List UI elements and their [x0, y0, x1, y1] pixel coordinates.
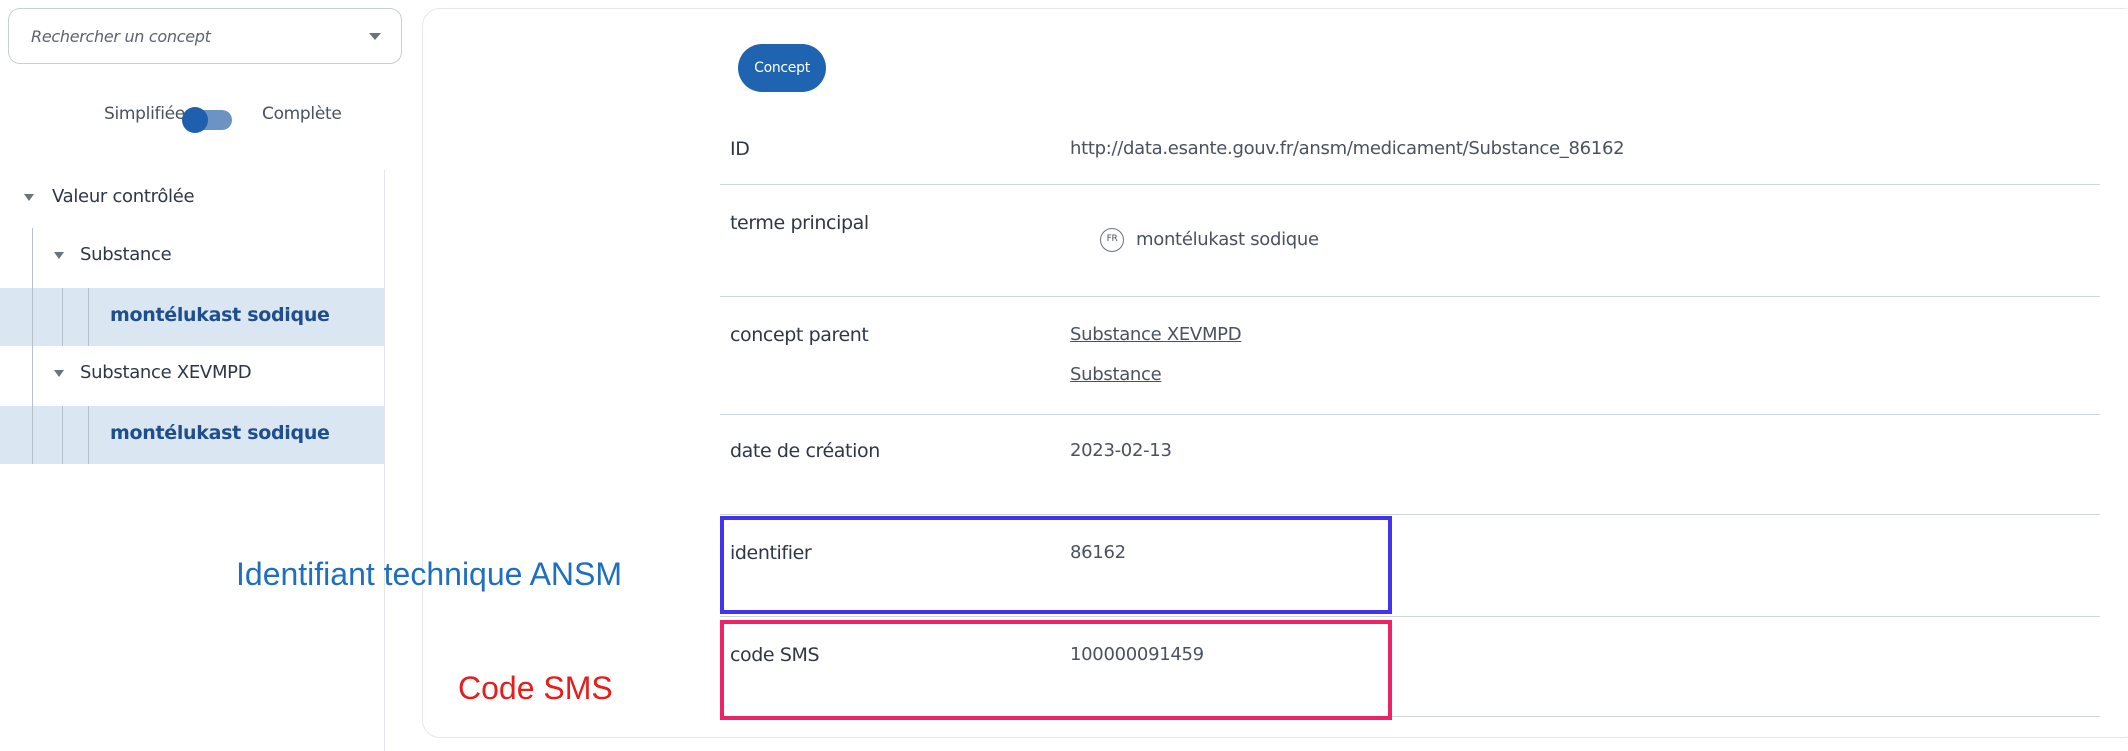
tree-item-substance-xevmpd[interactable]: Substance XEVMPD — [0, 346, 384, 404]
toggle-label-complete[interactable]: Complète — [262, 104, 342, 124]
annotation-label-identifier: Identifiant technique ANSM — [236, 556, 623, 592]
property-key: date de création — [730, 440, 880, 462]
toggle-knob[interactable] — [182, 107, 208, 133]
annotation-box-identifier — [720, 516, 1392, 614]
parent-link-substance[interactable]: Substance — [1070, 364, 1162, 385]
divider — [720, 414, 2100, 415]
annotation-label-sms: Code SMS — [458, 670, 613, 706]
property-value: FR montélukast sodique — [1100, 228, 1319, 252]
property-key: terme principal — [730, 212, 869, 234]
property-key: concept parent — [730, 324, 869, 346]
annotation-box-sms — [720, 620, 1392, 720]
pref-term-text: montélukast sodique — [1136, 229, 1319, 250]
concept-type-button[interactable]: Concept — [738, 44, 826, 92]
view-mode-switch: Simplifiée Complète — [0, 104, 410, 138]
tree-guide-line — [32, 346, 33, 404]
search-placeholder: Rechercher un concept — [31, 27, 211, 46]
property-key: ID — [730, 138, 750, 160]
property-id: ID http://data.esante.gouv.fr/ansm/medic… — [720, 134, 2100, 184]
divider — [720, 296, 2100, 297]
property-value: 2023-02-13 — [1070, 440, 1172, 461]
property-created: date de création 2023-02-13 — [720, 440, 2100, 480]
tree-item-label: montélukast sodique — [110, 422, 330, 444]
property-value: http://data.esante.gouv.fr/ansm/medicame… — [1070, 138, 1625, 159]
divider — [720, 616, 2100, 617]
caret-down-icon[interactable] — [54, 370, 64, 377]
property-pref-term: terme principal FR montélukast sodique — [720, 212, 2100, 272]
search-select[interactable]: Rechercher un concept — [8, 8, 402, 64]
tree-guide-line — [62, 288, 63, 346]
tree-guide-line — [32, 406, 33, 464]
divider — [720, 514, 2100, 515]
tree-item-label: Substance — [80, 244, 172, 265]
language-badge: FR — [1100, 228, 1124, 252]
parent-link-substance-xevmpd[interactable]: Substance XEVMPD — [1070, 324, 1242, 345]
divider — [720, 184, 2100, 185]
tree-guide-line — [88, 288, 89, 346]
tree-item-label: Valeur contrôlée — [52, 186, 195, 207]
tree-item-label: Substance XEVMPD — [80, 362, 252, 383]
property-parent: concept parent Substance XEVMPD Substanc… — [720, 324, 2100, 394]
tree-guide-line — [88, 406, 89, 464]
tree-item-label: montélukast sodique — [110, 304, 330, 326]
tree-item-selected[interactable]: montélukast sodique — [0, 288, 384, 346]
tree-item-root[interactable]: Valeur contrôlée — [0, 170, 384, 228]
tree-item-substance[interactable]: Substance — [0, 228, 384, 286]
tree-guide-line — [62, 406, 63, 464]
caret-down-icon[interactable] — [54, 252, 64, 259]
toggle-label-simplified[interactable]: Simplifiée — [104, 104, 185, 124]
view-mode-toggle[interactable] — [182, 107, 232, 133]
caret-down-icon[interactable] — [24, 194, 34, 201]
sidebar-divider — [384, 170, 385, 751]
tree-guide-line — [32, 288, 33, 346]
tree-item-selected[interactable]: montélukast sodique — [0, 406, 384, 464]
chevron-down-icon[interactable] — [369, 33, 381, 40]
